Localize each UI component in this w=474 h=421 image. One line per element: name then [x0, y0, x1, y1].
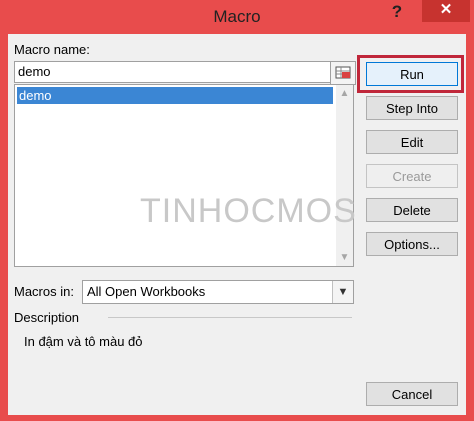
- description-divider: [108, 317, 352, 318]
- macro-name-input[interactable]: demo: [14, 61, 331, 83]
- dialog-body: Macro name: demo demo ▲ ▼ TINHOCMOS Macr…: [8, 34, 466, 415]
- run-highlight-box: [357, 55, 464, 93]
- help-button[interactable]: ?: [380, 0, 414, 26]
- macros-in-label: Macros in:: [14, 284, 74, 299]
- title-bar: Macro ? ✕: [0, 0, 474, 34]
- scroll-up-icon[interactable]: ▲: [336, 85, 353, 102]
- list-item[interactable]: demo: [17, 87, 333, 104]
- range-select-icon: [335, 66, 351, 79]
- create-button[interactable]: Create: [366, 164, 458, 188]
- description-label: Description: [14, 310, 80, 325]
- chevron-down-icon[interactable]: ▼: [332, 281, 353, 303]
- description-text: In đậm và tô màu đỏ: [24, 334, 143, 349]
- macros-in-select[interactable]: All Open Workbooks ▼: [82, 280, 354, 304]
- list-scrollbar[interactable]: ▲ ▼: [336, 85, 353, 266]
- options-button[interactable]: Options...: [366, 232, 458, 256]
- scroll-down-icon[interactable]: ▼: [336, 249, 353, 266]
- cancel-button[interactable]: Cancel: [366, 382, 458, 406]
- edit-button[interactable]: Edit: [366, 130, 458, 154]
- delete-button[interactable]: Delete: [366, 198, 458, 222]
- macro-list[interactable]: demo ▲ ▼: [14, 84, 354, 267]
- macro-name-label: Macro name:: [14, 42, 90, 57]
- macros-in-value: All Open Workbooks: [87, 284, 206, 299]
- watermark-text: TINHOCMOS: [140, 192, 357, 230]
- collapse-dialog-button[interactable]: [330, 61, 356, 85]
- close-button[interactable]: ✕: [422, 0, 470, 22]
- step-into-button[interactable]: Step Into: [366, 96, 458, 120]
